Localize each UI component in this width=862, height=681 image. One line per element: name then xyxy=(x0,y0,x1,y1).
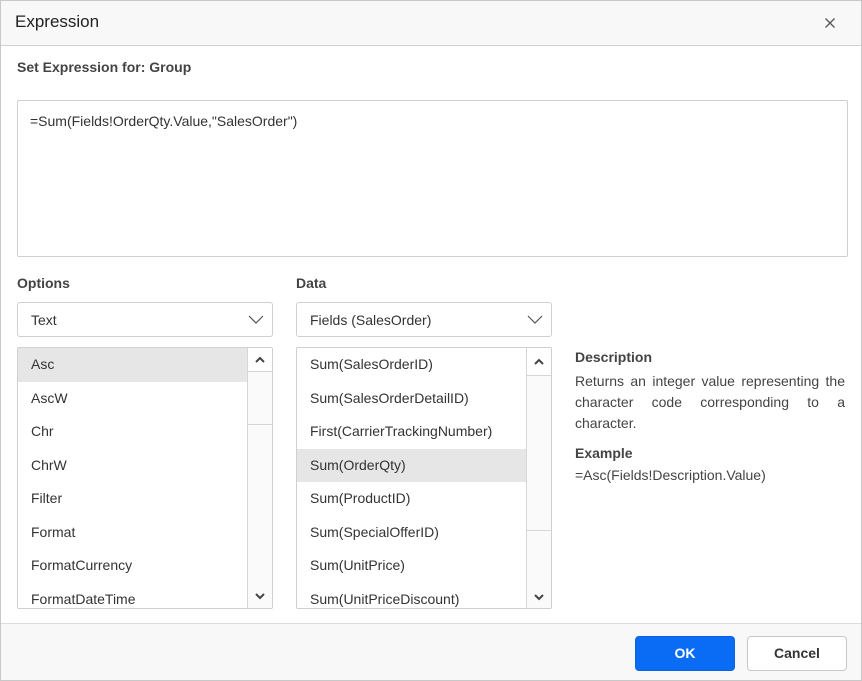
data-dropdown-value: Fields (SalesOrder) xyxy=(310,312,432,328)
data-dropdown[interactable]: Fields (SalesOrder) xyxy=(296,302,552,337)
data-label: Data xyxy=(296,275,327,291)
list-item[interactable]: FormatDateTime xyxy=(18,583,248,609)
list-item[interactable]: Sum(UnitPrice) xyxy=(297,549,527,583)
chevron-up-icon xyxy=(534,358,544,365)
scroll-up-button[interactable] xyxy=(248,348,272,372)
list-item[interactable]: Sum(ProductID) xyxy=(297,482,527,516)
list-item[interactable]: Format xyxy=(18,516,248,550)
list-item[interactable]: FormatCurrency xyxy=(18,549,248,583)
list-item[interactable]: Sum(SalesOrderDetailID) xyxy=(297,382,527,416)
options-scrollbar[interactable] xyxy=(247,348,272,608)
scroll-down-button[interactable] xyxy=(527,584,551,608)
chevron-up-icon xyxy=(255,356,265,363)
chevron-down-icon xyxy=(255,593,265,600)
close-icon xyxy=(825,18,835,28)
scroll-thumb[interactable] xyxy=(248,373,272,425)
data-scrollbar[interactable] xyxy=(526,348,551,608)
options-list-items: Asc AscW Chr ChrW Filter Format FormatCurrency… xyxy=(18,348,248,608)
description-text: Returns an integer value representing th… xyxy=(575,373,845,431)
list-item[interactable]: Sum(SpecialOfferID) xyxy=(297,516,527,550)
list-item[interactable]: Sum(UnitPriceDiscount) xyxy=(297,583,527,609)
ok-button[interactable]: OK xyxy=(635,636,735,671)
expression-dialog: Expression Set Expression for: Group =Su… xyxy=(0,0,862,681)
list-item[interactable]: Filter xyxy=(18,482,248,516)
options-dropdown[interactable]: Text xyxy=(17,302,273,337)
close-button[interactable] xyxy=(821,14,839,32)
data-list: Sum(SalesOrderID) Sum(SalesOrderDetailID)… xyxy=(296,347,552,609)
scroll-thumb[interactable] xyxy=(527,377,551,531)
options-list: Asc AscW Chr ChrW Filter Format FormatCurrency… xyxy=(17,347,273,609)
data-list-items: Sum(SalesOrderID) Sum(SalesOrderDetailID)… xyxy=(297,348,527,608)
list-item[interactable]: Chr xyxy=(18,415,248,449)
dialog-header: Expression xyxy=(1,1,861,46)
example-title: Example xyxy=(575,445,633,461)
chevron-down-icon xyxy=(248,315,264,324)
chevron-down-icon xyxy=(534,594,544,601)
expression-input[interactable]: =Sum(Fields!OrderQty.Value,"SalesOrder") xyxy=(17,100,848,257)
chevron-down-icon xyxy=(527,315,543,324)
list-item[interactable]: Sum(SalesOrderID) xyxy=(297,348,527,382)
set-expression-label: Set Expression for: Group xyxy=(17,59,192,75)
options-label: Options xyxy=(17,275,70,291)
scroll-down-button[interactable] xyxy=(248,584,272,608)
list-item[interactable]: ChrW xyxy=(18,449,248,483)
list-item[interactable]: Sum(OrderQty) xyxy=(297,448,527,482)
dialog-footer: OK Cancel xyxy=(1,623,861,680)
list-item[interactable]: Asc xyxy=(18,348,248,382)
cancel-button[interactable]: Cancel xyxy=(747,636,847,671)
list-item[interactable]: AscW xyxy=(18,382,248,416)
description-title: Description xyxy=(575,349,653,365)
scroll-up-button[interactable] xyxy=(527,348,551,376)
options-dropdown-value: Text xyxy=(31,312,57,328)
example-text: =Asc(Fields!Description.Value) xyxy=(575,467,766,483)
dialog-title: Expression xyxy=(15,12,100,31)
list-item[interactable]: First(CarrierTrackingNumber) xyxy=(297,415,527,449)
